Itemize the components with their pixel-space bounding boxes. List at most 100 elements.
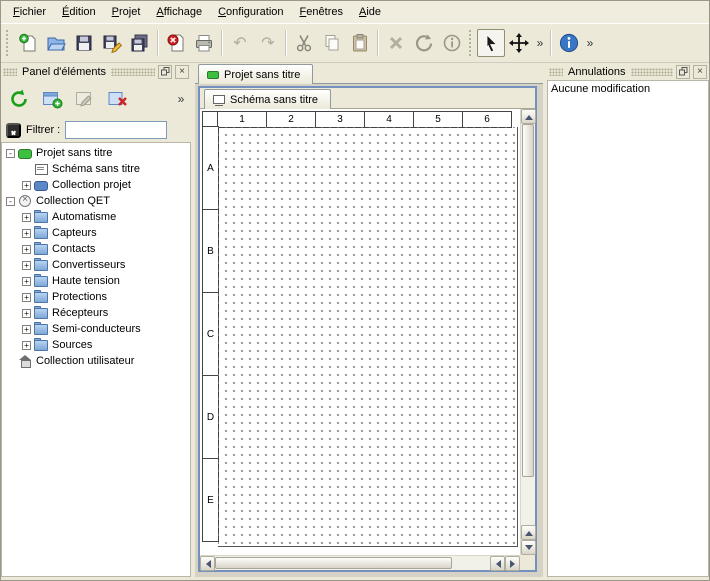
tree-item-haute-tension[interactable]: + Haute tension <box>2 273 190 289</box>
menu-aide[interactable]: Aide <box>351 3 389 21</box>
menu-affichage[interactable]: Affichage <box>148 3 210 21</box>
copy-button[interactable] <box>318 29 346 57</box>
tree-item-collection-projet[interactable]: + Collection projet <box>2 177 190 193</box>
expander-icon[interactable]: - <box>6 149 15 158</box>
tree-item-schema[interactable]: Schéma sans titre <box>2 161 190 177</box>
close-panel-button[interactable]: × <box>175 65 189 79</box>
menu-fichier[interactable]: Fichier <box>5 3 54 21</box>
home-icon <box>18 355 32 367</box>
column-header: 5 <box>413 111 463 128</box>
expander-icon[interactable]: + <box>22 181 31 190</box>
main-area: Panel d'éléments × <box>1 63 709 577</box>
project-tab[interactable]: Projet sans titre <box>198 64 313 84</box>
toolbar-overflow-button[interactable]: » <box>533 29 547 57</box>
menu-edition[interactable]: Édition <box>54 3 104 21</box>
toolbar-separator <box>377 30 379 56</box>
move-tool-button[interactable] <box>505 29 533 57</box>
scroll-left-button-2[interactable] <box>490 556 505 571</box>
float-undo-panel-button[interactable] <box>676 65 690 79</box>
expander-icon[interactable]: + <box>22 325 31 334</box>
down-arrow-icon <box>525 545 533 554</box>
clear-filter-icon[interactable] <box>6 123 21 138</box>
save-button[interactable] <box>70 29 98 57</box>
schema-canvas[interactable]: 1 2 3 4 5 6 A B C D <box>200 109 520 555</box>
menu-projet[interactable]: Projet <box>104 3 149 21</box>
expander-icon[interactable]: + <box>22 245 31 254</box>
print-button[interactable] <box>190 29 218 57</box>
tree-item-protections[interactable]: + Protections <box>2 289 190 305</box>
tree-item-collection-qet[interactable]: - Collection QET <box>2 193 190 209</box>
new-document-button[interactable] <box>14 29 42 57</box>
save-as-button[interactable] <box>98 29 126 57</box>
undo-panel-header[interactable]: Annulations × <box>547 63 709 80</box>
tree-item-label: Collection QET <box>36 195 110 207</box>
tree-item-capteurs[interactable]: + Capteurs <box>2 225 190 241</box>
edit-element-icon <box>73 87 97 111</box>
qet-collection-icon <box>18 195 32 207</box>
tree-item-label: Convertisseurs <box>52 259 125 271</box>
expander-icon[interactable]: + <box>22 277 31 286</box>
horizontal-scroll-track[interactable] <box>215 556 490 570</box>
close-file-button[interactable] <box>162 29 190 57</box>
menu-configuration[interactable]: Configuration <box>210 3 291 21</box>
open-project-button[interactable] <box>42 29 70 57</box>
schema-tab[interactable]: Schéma sans titre <box>204 89 331 109</box>
expander-icon[interactable]: + <box>22 213 31 222</box>
vertical-scrollbar[interactable] <box>520 109 535 555</box>
horizontal-scrollbar[interactable] <box>200 555 520 570</box>
tree-item-collection-utilisateur[interactable]: Collection utilisateur <box>2 353 190 369</box>
edit-element-button[interactable] <box>70 84 100 114</box>
toolbar-overflow-button-2[interactable]: » <box>583 29 597 57</box>
expander-icon[interactable]: + <box>22 309 31 318</box>
horizontal-scroll-thumb[interactable] <box>215 557 452 569</box>
scroll-up-button[interactable] <box>521 109 536 124</box>
menu-fenetres[interactable]: Fenêtres <box>292 3 351 21</box>
delete-icon <box>385 32 407 54</box>
scroll-left-button[interactable] <box>200 556 215 571</box>
panel-toolbar-overflow-button[interactable]: » <box>174 85 188 113</box>
rotate-button[interactable] <box>410 29 438 57</box>
tree-item-contacts[interactable]: + Contacts <box>2 241 190 257</box>
diagram-info-button[interactable] <box>438 29 466 57</box>
undo-empty-item[interactable]: Aucune modification <box>548 81 708 97</box>
undo-button[interactable]: ↶ <box>226 29 254 57</box>
mdi-area: Schéma sans titre 1 2 3 4 5 <box>195 84 543 577</box>
close-undo-panel-button[interactable]: × <box>693 65 707 79</box>
copy-icon <box>321 32 343 54</box>
expander-icon[interactable]: - <box>6 197 15 206</box>
vertical-scroll-thumb[interactable] <box>522 124 534 477</box>
tree-item-projet[interactable]: - Projet sans titre <box>2 145 190 161</box>
expander-icon[interactable]: + <box>22 341 31 350</box>
save-all-button[interactable] <box>126 29 154 57</box>
select-tool-button[interactable] <box>477 29 505 57</box>
scroll-down-button[interactable] <box>521 540 536 555</box>
reload-collections-button[interactable] <box>4 84 34 114</box>
toolbar-grip[interactable] <box>469 30 474 56</box>
row-header: D <box>202 375 219 459</box>
expander-icon[interactable]: + <box>22 261 31 270</box>
float-panel-button[interactable] <box>158 65 172 79</box>
tree-item-automatisme[interactable]: + Automatisme <box>2 209 190 225</box>
cut-button[interactable] <box>290 29 318 57</box>
toolbar-grip[interactable] <box>6 30 11 56</box>
tree-item-semi-conducteurs[interactable]: + Semi-conducteurs <box>2 321 190 337</box>
scroll-right-button[interactable] <box>505 556 520 571</box>
column-header: 2 <box>266 111 316 128</box>
about-qet-button[interactable] <box>555 29 583 57</box>
undo-history-list[interactable]: Aucune modification <box>547 80 709 577</box>
delete-button[interactable] <box>382 29 410 57</box>
redo-button[interactable]: ↷ <box>254 29 282 57</box>
new-element-button[interactable] <box>37 84 67 114</box>
delete-element-button[interactable] <box>103 84 133 114</box>
filter-label: Filtrer : <box>26 124 60 136</box>
expander-icon[interactable]: + <box>22 293 31 302</box>
expander-icon[interactable]: + <box>22 229 31 238</box>
paste-button[interactable] <box>346 29 374 57</box>
tree-item-recepteurs[interactable]: + Récepteurs <box>2 305 190 321</box>
elements-panel-header[interactable]: Panel d'éléments × <box>1 63 191 80</box>
tree-item-sources[interactable]: + Sources <box>2 337 190 353</box>
scroll-up-button-2[interactable] <box>521 525 536 540</box>
tree-item-convertisseurs[interactable]: + Convertisseurs <box>2 257 190 273</box>
vertical-scroll-track[interactable] <box>521 124 535 525</box>
filter-input[interactable] <box>65 121 167 139</box>
